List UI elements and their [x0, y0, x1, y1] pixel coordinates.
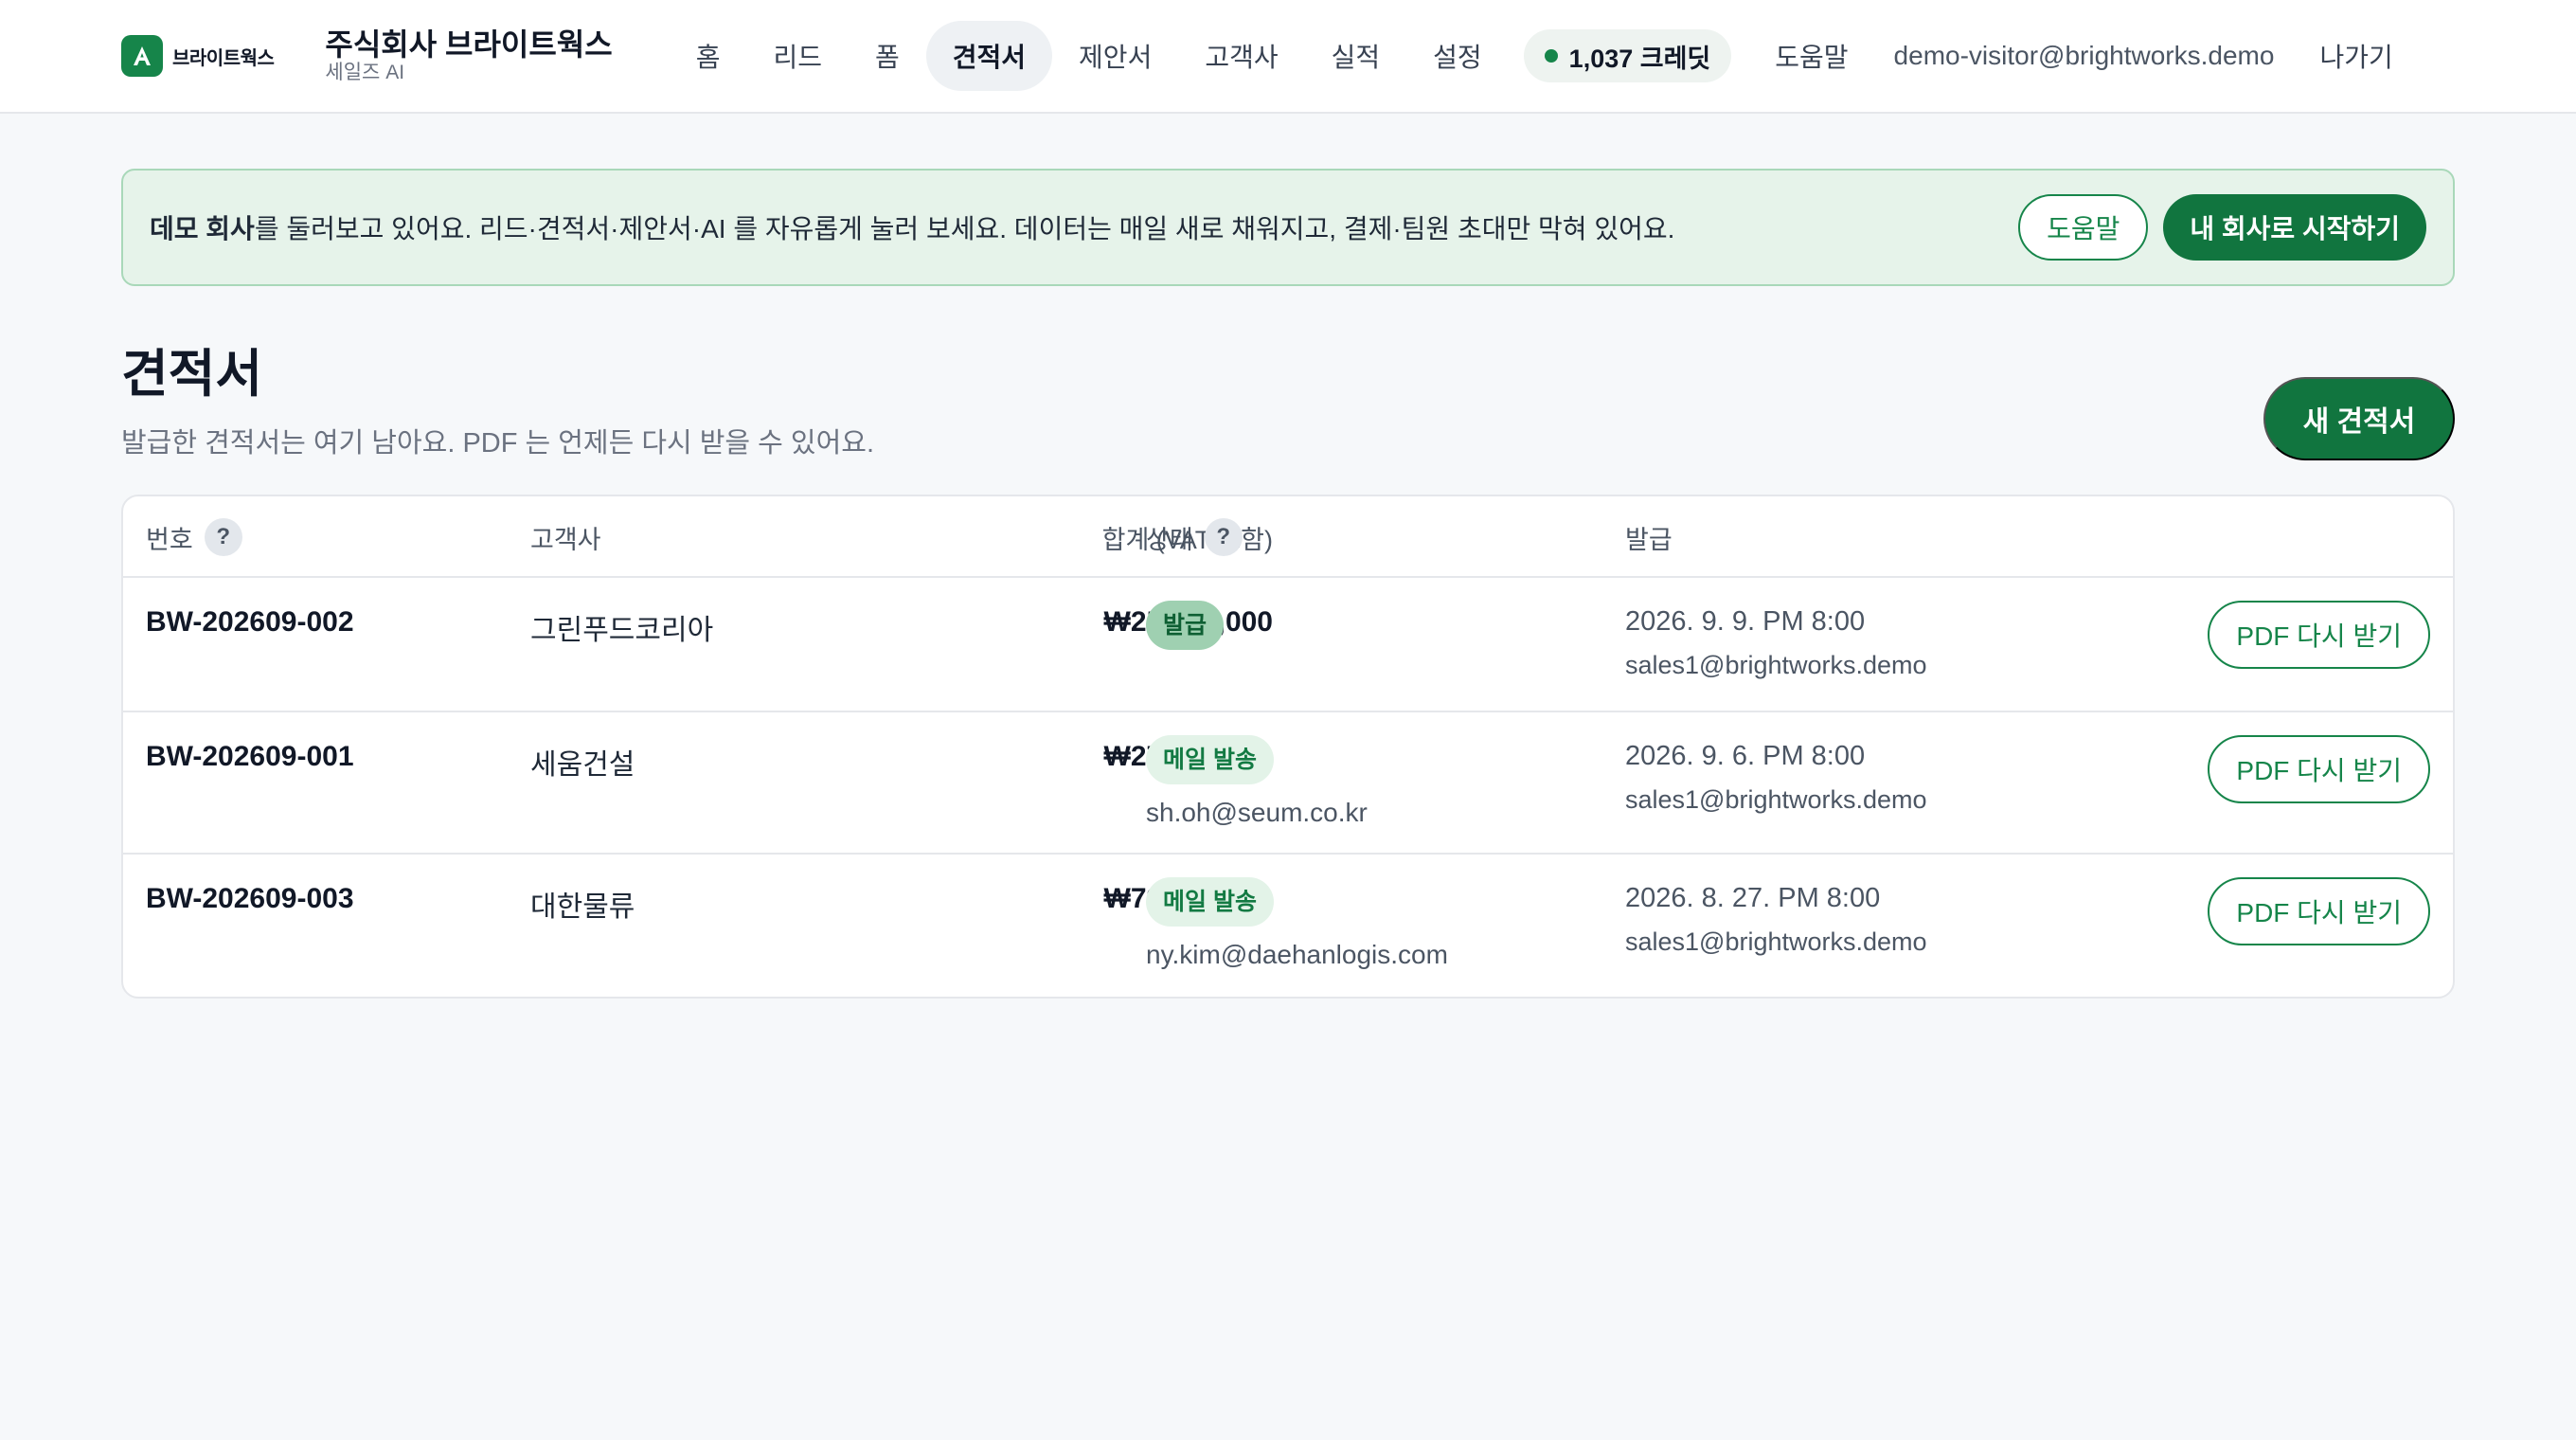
status-cell: 발급 — [1146, 601, 1225, 650]
banner-message: 데모 회사를 둘러보고 있어요. 리드·견적서·제안서·AI 를 자유롭게 눌러… — [150, 208, 1674, 246]
nav-quotes[interactable]: 견적서 — [925, 21, 1053, 91]
issued-date: 2026. 9. 9. PM 8:00 — [1625, 606, 1866, 637]
number-help-icon[interactable]: ? — [204, 518, 242, 556]
nav-leads[interactable]: 리드 — [746, 21, 849, 91]
user-email: demo-visitor@brightworks.demo — [1893, 41, 2275, 70]
nav-settings[interactable]: 설정 — [1406, 21, 1509, 91]
table-row[interactable]: BW-202609-002 그린푸드코리아 ₩25,674,000 발급 202… — [123, 578, 2453, 712]
company-subtitle: 세일즈 AI — [325, 62, 405, 83]
top-navigation-bar: 브라이트웍스 주식회사 브라이트웍스 세일즈 AI 홈 리드 폼 견적서 제안서… — [0, 0, 2576, 114]
quotes-table: 번호 ? 고객사 합계 (VAT 포함) 상태 ? 발급 BW-202609-0… — [121, 495, 2455, 999]
quote-number[interactable]: BW-202609-002 — [146, 606, 354, 639]
table-row[interactable]: BW-202609-003 대한물류 ₩79,530,000 메일 발송 ny.… — [123, 855, 2453, 997]
issued-date: 2026. 8. 27. PM 8:00 — [1625, 883, 1881, 913]
recipient-email: sh.oh@seum.co.kr — [1146, 798, 1368, 827]
demo-banner: 데모 회사를 둘러보고 있어요. 리드·견적서·제안서·AI 를 자유롭게 눌러… — [121, 169, 2455, 286]
status-badge: 메일 발송 — [1146, 735, 1274, 784]
customer-name: 대한물류 — [530, 891, 635, 923]
column-customer-label: 고객사 — [530, 525, 601, 554]
quote-number[interactable]: BW-202609-003 — [146, 883, 354, 915]
company-name: 주식회사 브라이트웍스 — [325, 27, 613, 62]
status-cell: 메일 발송 ny.kim@daehanlogis.com — [1146, 877, 1448, 970]
column-number: 번호 ? — [146, 496, 242, 578]
status-help-icon[interactable]: ? — [1204, 518, 1243, 556]
issued-cell: 2026. 8. 27. PM 8:00 sales1@brightworks.… — [1625, 883, 1927, 957]
column-status: 상태 ? — [1146, 496, 1243, 578]
customer-name: 그린푸드코리아 — [530, 615, 714, 646]
logo[interactable]: 브라이트웍스 — [121, 35, 275, 77]
issued-date: 2026. 9. 6. PM 8:00 — [1625, 741, 1866, 771]
page-title: 견적서 — [121, 346, 263, 403]
customer-name: 세움건설 — [530, 749, 635, 781]
main-nav: 홈 리드 폼 견적서 제안서 고객사 실적 설정 1,037 크레딧 도움말 d… — [670, 21, 2455, 91]
pdf-redownload-button[interactable]: PDF 다시 받기 — [2208, 601, 2430, 669]
nav-customers[interactable]: 고객사 — [1178, 21, 1304, 91]
column-status-label: 상태 — [1146, 525, 1193, 554]
status-badge: 발급 — [1146, 601, 1225, 650]
logo-text: 브라이트웍스 — [172, 47, 275, 69]
credits-label: 1,037 크레딧 — [1568, 44, 1711, 73]
new-quote-button[interactable]: 새 견적서 — [2263, 377, 2455, 460]
pdf-redownload-button[interactable]: PDF 다시 받기 — [2208, 877, 2430, 945]
issuer-email: sales1@brightworks.demo — [1625, 927, 1927, 956]
column-customer: 고객사 — [530, 496, 601, 578]
banner-help-button[interactable]: 도움말 — [2018, 194, 2149, 261]
issuer-email: sales1@brightworks.demo — [1625, 651, 1927, 679]
start-own-company-button[interactable]: 내 회사로 시작하기 — [2163, 194, 2426, 261]
recipient-email: ny.kim@daehanlogis.com — [1146, 940, 1448, 969]
column-issued-label: 발급 — [1625, 525, 1673, 554]
banner-body: 를 둘러보고 있어요. 리드·견적서·제안서·AI 를 자유롭게 눌러 보세요.… — [254, 214, 1675, 243]
column-issued: 발급 — [1625, 496, 1673, 578]
table-row[interactable]: BW-202609-001 세움건설 ₩27,786,000 메일 발송 sh.… — [123, 712, 2453, 855]
logo-a-icon — [121, 35, 163, 77]
nav-forms[interactable]: 폼 — [849, 21, 926, 91]
quote-number[interactable]: BW-202609-001 — [146, 741, 354, 773]
nav-proposals[interactable]: 제안서 — [1052, 21, 1178, 91]
banner-bold: 데모 회사 — [150, 214, 255, 243]
pdf-redownload-button[interactable]: PDF 다시 받기 — [2208, 735, 2430, 803]
status-cell: 메일 발송 sh.oh@seum.co.kr — [1146, 735, 1368, 828]
issuer-email: sales1@brightworks.demo — [1625, 785, 1927, 814]
column-number-label: 번호 — [146, 525, 193, 554]
status-dot-icon — [1544, 49, 1558, 63]
status-badge: 메일 발송 — [1146, 877, 1274, 927]
page-description: 발급한 견적서는 여기 남아요. PDF 는 언제든 다시 받을 수 있어요. — [121, 428, 875, 459]
company-brand: 주식회사 브라이트웍스 세일즈 AI — [325, 27, 612, 84]
credits-badge[interactable]: 1,037 크레딧 — [1523, 29, 1732, 82]
banner-actions: 도움말 내 회사로 시작하기 — [2018, 194, 2426, 261]
logout-link[interactable]: 나가기 — [2297, 37, 2415, 75]
help-link[interactable]: 도움말 — [1752, 37, 1870, 75]
table-header: 번호 ? 고객사 합계 (VAT 포함) 상태 ? 발급 — [123, 496, 2453, 578]
nav-performance[interactable]: 실적 — [1305, 21, 1407, 91]
issued-cell: 2026. 9. 6. PM 8:00 sales1@brightworks.d… — [1625, 741, 1927, 815]
issued-cell: 2026. 9. 9. PM 8:00 sales1@brightworks.d… — [1625, 606, 1927, 680]
nav-home[interactable]: 홈 — [670, 21, 747, 91]
